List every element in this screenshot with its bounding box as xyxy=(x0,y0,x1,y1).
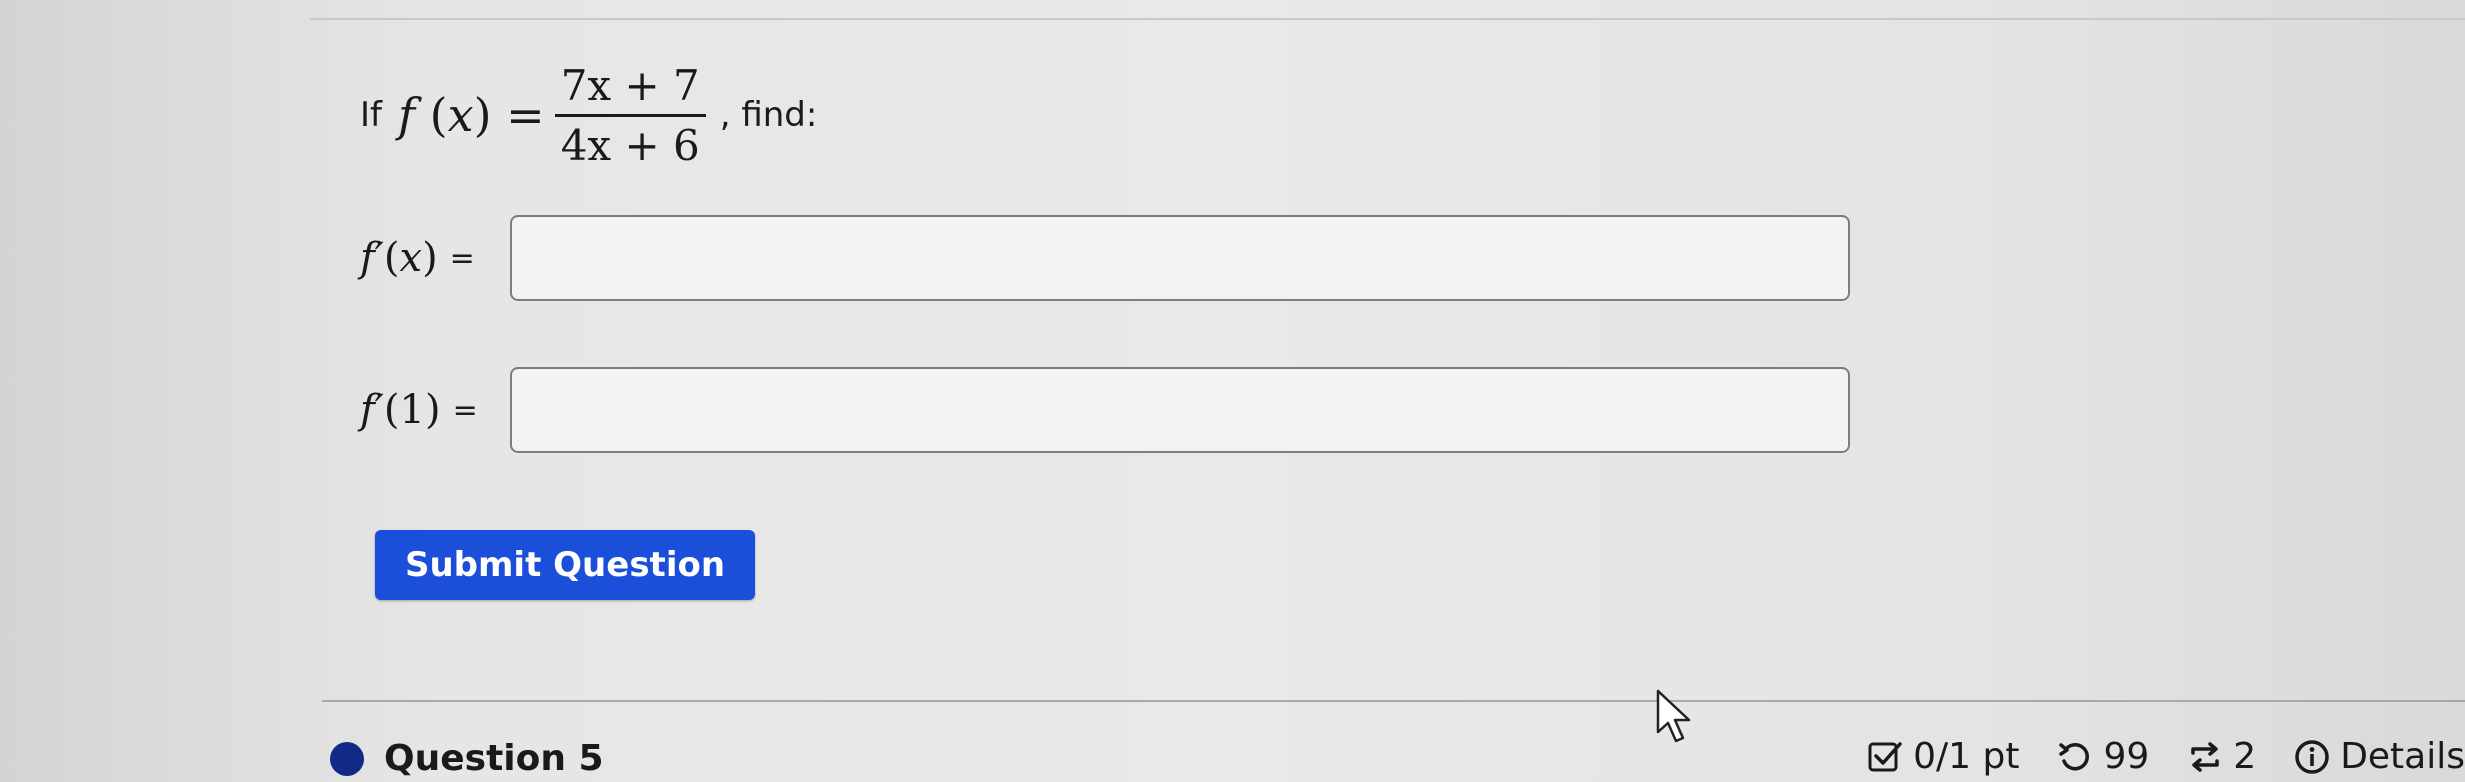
checkbox-icon xyxy=(1868,741,1902,771)
label-function: f′ xyxy=(360,387,384,433)
function-variable: x xyxy=(447,88,474,142)
next-question-link[interactable]: Question 5 xyxy=(384,738,604,779)
derivative-input[interactable] xyxy=(510,215,1850,301)
answer-row-derivative-at-1: f′(1) = xyxy=(360,367,1850,453)
question-status-dot xyxy=(330,742,364,776)
label-argument: x xyxy=(399,235,423,281)
function-name: f xyxy=(398,88,416,142)
function-expression: f (x) = xyxy=(398,88,545,142)
fraction-denominator: 4x + 6 xyxy=(560,120,700,170)
derivative-at-1-input[interactable] xyxy=(510,367,1850,453)
fraction-numerator: 7x + 7 xyxy=(560,60,700,110)
submit-question-button[interactable]: Submit Question xyxy=(375,530,755,600)
question-footer: Question 5 0/1 pt 99 2 Details xyxy=(330,732,2465,782)
prompt-find: , find: xyxy=(719,95,818,135)
retry-icon xyxy=(2059,742,2090,770)
top-divider xyxy=(310,18,2465,20)
label-equals: = xyxy=(452,392,478,428)
question-body: If f (x) = 7x + 7 4x + 6 , find: f′(x) =… xyxy=(360,55,1850,453)
info-icon[interactable] xyxy=(2294,739,2330,775)
prompt-if: If xyxy=(360,95,382,135)
question-prompt: If f (x) = 7x + 7 4x + 6 , find: xyxy=(360,55,817,175)
label-equals: = xyxy=(449,240,475,276)
answer-label-derivative-at-1: f′(1) = xyxy=(360,387,478,433)
details-link[interactable]: Details xyxy=(2340,736,2465,777)
answer-row-derivative: f′(x) = xyxy=(360,215,1850,301)
label-function: f′ xyxy=(360,235,384,281)
fraction: 7x + 7 4x + 6 xyxy=(554,60,706,170)
question-divider xyxy=(322,700,2465,702)
question-meta: 0/1 pt 99 2 Details xyxy=(1867,736,2465,777)
label-argument: 1 xyxy=(399,387,425,433)
attempts-icon xyxy=(2191,741,2220,772)
points-value: 0/1 pt xyxy=(1913,736,2020,777)
retries-value: 99 xyxy=(2103,736,2150,777)
attempts-value: 2 xyxy=(2233,736,2257,777)
answer-label-derivative: f′(x) = xyxy=(360,235,475,281)
